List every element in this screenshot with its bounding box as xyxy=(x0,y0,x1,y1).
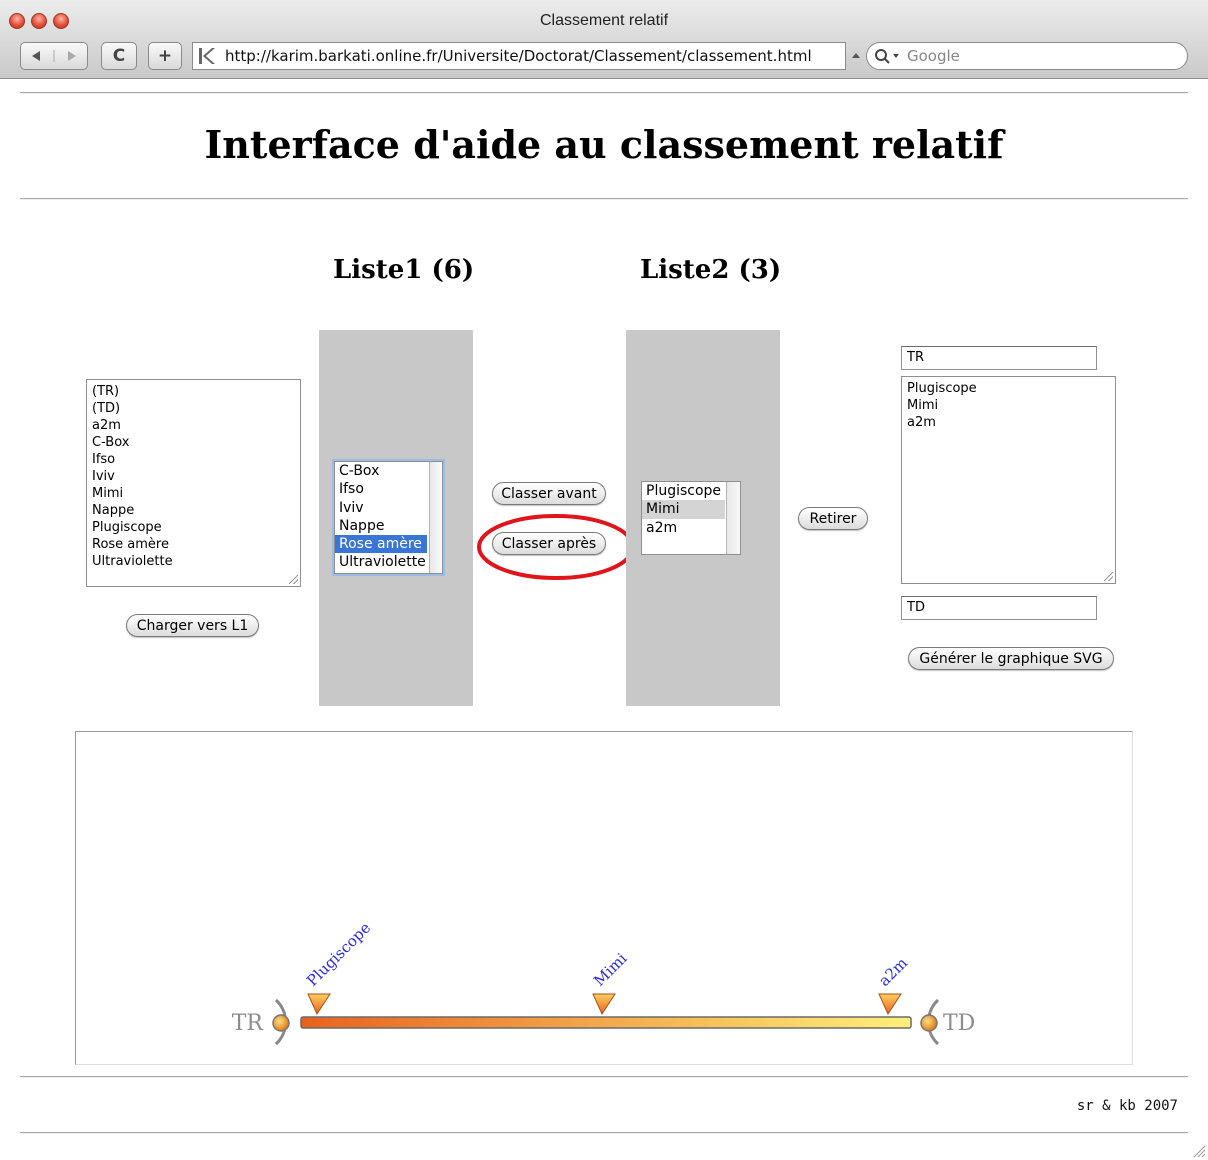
marker-plugiscope: Plugiscope xyxy=(303,919,374,1016)
list-item: Ultraviolette xyxy=(92,554,173,569)
forward-arrow-icon xyxy=(68,51,76,61)
marker-label: Plugiscope xyxy=(303,919,374,990)
search-placeholder: Google xyxy=(907,47,960,65)
list-item: Mimi xyxy=(907,398,939,413)
resize-handle-icon[interactable] xyxy=(289,575,298,584)
marker-mimi: Mimi xyxy=(590,949,631,1016)
add-bookmark-button[interactable]: + xyxy=(148,42,182,70)
back-forward-button[interactable] xyxy=(20,42,88,70)
liste1-heading: Liste1 (6) xyxy=(333,255,475,285)
list-item[interactable]: Ifso xyxy=(335,480,442,498)
reload-icon: C xyxy=(112,46,126,66)
window-title: Classement relatif xyxy=(539,12,669,29)
marker-label: Mimi xyxy=(590,949,631,990)
classer-avant-button[interactable]: Classer avant xyxy=(492,482,606,505)
charger-vers-l1-button[interactable]: Charger vers L1 xyxy=(126,614,259,637)
generer-svg-button[interactable]: Générer le graphique SVG xyxy=(908,647,1114,670)
plus-icon: + xyxy=(157,46,173,66)
page-title: Interface d'aide au classement relatif xyxy=(204,122,1004,167)
divider xyxy=(20,1076,1188,1078)
list-item: Plugiscope xyxy=(92,520,162,535)
search-icon xyxy=(875,49,899,64)
list-item-selected[interactable]: Rose amère xyxy=(335,535,427,554)
end-label: TD xyxy=(943,1011,975,1036)
list-item: Nappe xyxy=(92,503,135,518)
list-item: C-Box xyxy=(92,435,130,450)
scrollbar[interactable] xyxy=(726,482,740,554)
search-field[interactable]: Google xyxy=(866,42,1188,70)
list-item[interactable]: Nappe xyxy=(335,517,442,535)
list-item: Mimi xyxy=(92,486,124,501)
list-item: (TR) xyxy=(92,384,120,399)
marker-a2m: a2m xyxy=(875,954,911,1016)
end-dot-icon xyxy=(920,1014,938,1032)
classement-graphic: TR TD Plugiscope Mimi a2m xyxy=(232,919,975,1046)
list-item[interactable]: Ultraviolette xyxy=(335,553,442,571)
address-bar[interactable]: http://karim.barkati.online.fr/Universit… xyxy=(192,42,846,70)
list-item: Iviv xyxy=(92,469,115,484)
list-item: Plugiscope xyxy=(907,381,977,396)
scrollbar[interactable] xyxy=(429,462,441,573)
start-dot-icon xyxy=(272,1014,290,1032)
svg-graphic-panel: TR TD Plugiscope Mimi a2m xyxy=(75,731,1133,1065)
window-resize-icon[interactable] xyxy=(1190,1142,1206,1158)
result-textarea[interactable]: Plugiscope Mimi a2m xyxy=(901,376,1116,584)
liste1-select[interactable]: C-Box Ifso Iviv Nappe Rose amère Ultravi… xyxy=(334,461,443,574)
list-item-selected[interactable]: Mimi xyxy=(642,500,725,519)
back-arrow-icon[interactable] xyxy=(24,48,84,64)
list-item: Rose amère xyxy=(92,537,169,552)
liste2-select[interactable]: Plugiscope Mimi a2m xyxy=(641,481,741,555)
url-text: http://karim.barkati.online.fr/Universit… xyxy=(225,47,812,65)
divider xyxy=(20,92,1188,94)
divider xyxy=(20,198,1188,200)
url-dropdown-icon[interactable] xyxy=(850,50,862,62)
list-item: a2m xyxy=(92,418,121,433)
list-item: Ifso xyxy=(92,452,116,467)
list-item: (TD) xyxy=(92,401,121,416)
reload-button[interactable]: C xyxy=(101,42,137,70)
end-input[interactable]: TD xyxy=(901,596,1097,620)
start-label: TR xyxy=(232,1011,265,1036)
site-favicon-icon xyxy=(199,48,215,64)
list-item[interactable]: C-Box xyxy=(335,462,442,480)
source-textarea[interactable]: (TR) (TD) a2m C-Box Ifso Iviv Mimi Nappe… xyxy=(86,379,301,587)
scale-bar xyxy=(300,1016,912,1029)
retirer-button[interactable]: Retirer xyxy=(798,507,868,530)
liste2-heading: Liste2 (3) xyxy=(640,255,782,285)
start-input[interactable]: TR xyxy=(901,346,1097,370)
list-item[interactable]: Iviv xyxy=(335,499,442,517)
highlight-circle xyxy=(477,514,635,580)
list-item: a2m xyxy=(907,415,936,430)
divider xyxy=(20,1132,1188,1134)
footer-credit: sr & kb 2007 xyxy=(1076,1098,1178,1114)
resize-handle-icon[interactable] xyxy=(1104,572,1113,581)
marker-label: a2m xyxy=(875,954,911,990)
